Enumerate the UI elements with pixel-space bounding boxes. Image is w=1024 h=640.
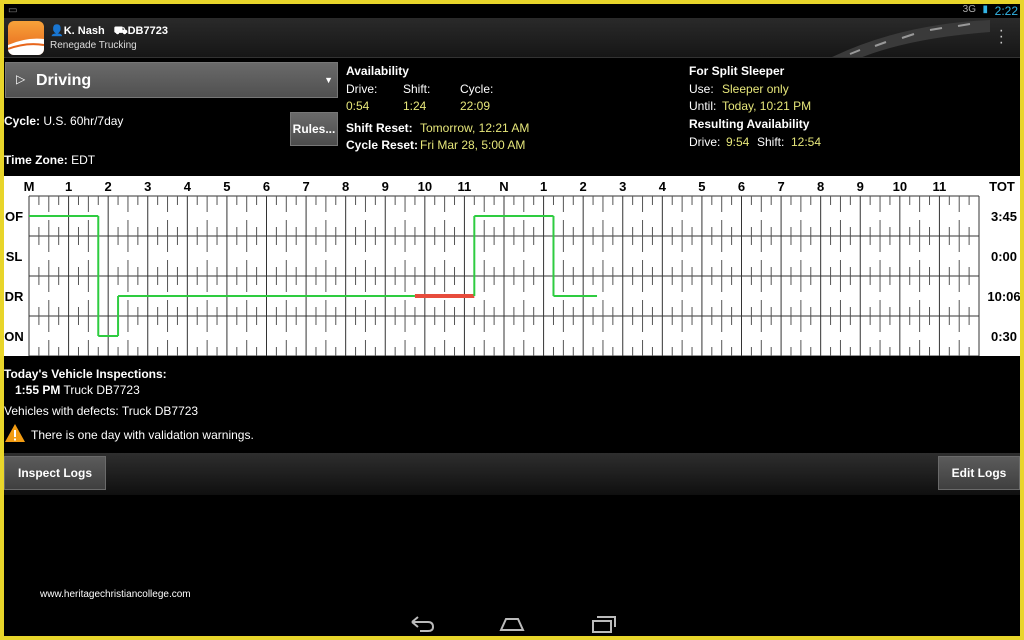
home-icon[interactable] [498, 614, 526, 634]
hour-label: 8 [817, 179, 824, 194]
hour-label: M [24, 179, 35, 194]
driver-name: K. Nash [63, 25, 105, 37]
split-sleeper-title: For Split Sleeper [689, 64, 785, 78]
cycle-info: Cycle: U.S. 60hr/7day [4, 114, 123, 128]
row-total: 10:06 [987, 289, 1020, 304]
duty-status-dropdown[interactable]: ▷ Driving ▼ [5, 62, 338, 98]
time-zone-value: EDT [71, 153, 96, 167]
inspection-entry[interactable]: 1:55 PM Truck DB7723 [15, 383, 140, 397]
edit-logs-button[interactable]: Edit Logs [938, 456, 1020, 490]
hour-label: 5 [698, 179, 705, 194]
play-icon: ▷ [16, 72, 26, 86]
recent-apps-icon[interactable] [589, 614, 617, 634]
chat-notification-icon: ▭ [8, 5, 18, 16]
hour-label: 2 [580, 179, 587, 194]
bottom-button-bar: Inspect Logs Edit Logs [4, 453, 1020, 495]
driver-vehicle-line: 👤K. Nash ⛟DB7723 [50, 24, 168, 39]
signal-label: 3G [962, 4, 976, 15]
drive-value: 0:54 [346, 99, 370, 113]
resulting-availability-title: Resulting Availability [689, 117, 810, 131]
resulting-drive-label: Drive: [689, 135, 721, 149]
system-status-bar: ▭ 3G ▮ 2:22 [4, 4, 1020, 18]
resulting-shift-label: Shift: [757, 135, 785, 149]
hour-label: 9 [382, 179, 389, 194]
truck-icon: ⛟ [113, 25, 128, 37]
hour-label: 5 [223, 179, 230, 194]
hour-label: 1 [540, 179, 547, 194]
overflow-menu-icon[interactable]: · · · [999, 23, 1004, 51]
hour-label: 6 [263, 179, 270, 194]
shift-value: 1:24 [403, 99, 427, 113]
action-bar: 👤K. Nash ⛟DB7723 Renegade Trucking · · · [4, 18, 1020, 58]
validation-warning[interactable]: There is one day with validation warning… [31, 428, 254, 442]
hour-label: 10 [418, 179, 432, 194]
rules-button[interactable]: Rules... [290, 112, 338, 146]
hour-label: 10 [893, 179, 907, 194]
until-label: Until: [689, 99, 717, 113]
row-total: 0:30 [991, 329, 1017, 344]
hour-label: 6 [738, 179, 745, 194]
inspect-logs-button[interactable]: Inspect Logs [4, 456, 106, 490]
watermark: www.heritagechristiancollege.com [40, 589, 191, 600]
row-total: 3:45 [991, 209, 1017, 224]
cycle-avail-label: Cycle: [460, 82, 494, 96]
cycle-value: U.S. 60hr/7day [43, 114, 124, 128]
dropdown-caret-icon: ▼ [324, 75, 333, 85]
hour-label: 3 [144, 179, 151, 194]
hour-label: 4 [659, 179, 667, 194]
warning-icon [5, 424, 25, 442]
time-zone-label: Time Zone: [4, 153, 68, 167]
back-icon[interactable] [408, 614, 436, 634]
use-value: Sleeper only [722, 82, 789, 96]
drive-label: Drive: [346, 82, 378, 96]
shift-label: Shift: [403, 82, 431, 96]
resulting-drive-value: 9:54 [726, 135, 750, 149]
inspection-vehicle: Truck DB7723 [63, 383, 140, 397]
row-total: 0:00 [991, 249, 1017, 264]
hour-label: 2 [105, 179, 112, 194]
availability-title: Availability [346, 64, 409, 78]
hour-label: 7 [302, 179, 309, 194]
person-icon: 👤 [50, 25, 64, 37]
inspection-time: 1:55 PM [15, 383, 61, 397]
hour-label: 3 [619, 179, 626, 194]
hour-label: 11 [933, 179, 947, 194]
use-label: Use: [689, 82, 714, 96]
cycle-label: Cycle: [4, 114, 41, 128]
company-name: Renegade Trucking [50, 40, 137, 51]
row-label: DR [5, 289, 24, 304]
hour-label: 11 [458, 179, 472, 194]
hour-label: 9 [857, 179, 864, 194]
resulting-shift-value: 12:54 [791, 135, 822, 149]
hour-label: 4 [184, 179, 192, 194]
hour-label: 1 [65, 179, 72, 194]
cycle-reset-value: Fri Mar 28, 5:00 AM [420, 138, 526, 152]
time-zone-info: Time Zone: EDT [4, 153, 95, 167]
log-grid-svg: M 1 2 3 4 5 6 7 8 9 10 11 N 1 2 3 4 5 6 7 8 9 10 11 TOT OF 3:45 SL 0… [4, 179, 1020, 356]
defects-line: Vehicles with defects: Truck DB7723 [4, 404, 199, 418]
vehicle-id: DB7723 [127, 25, 168, 37]
clock: 2:22 [994, 4, 1018, 18]
inspections-title: Today's Vehicle Inspections: [4, 367, 167, 381]
road-decoration-icon [832, 20, 990, 57]
app-logo-icon[interactable] [8, 21, 44, 55]
shift-reset-value: Tomorrow, 12:21 AM [420, 121, 530, 135]
until-value: Today, 10:21 PM [722, 99, 812, 113]
hour-label: 8 [342, 179, 349, 194]
row-label: SL [6, 249, 23, 264]
shift-reset-label: Shift Reset: [346, 121, 413, 135]
row-label: ON [4, 329, 24, 344]
duty-log-graph[interactable]: M 1 2 3 4 5 6 7 8 9 10 11 N 1 2 3 4 5 6 7 8 9 10 11 TOT OF 3:45 SL 0… [4, 176, 1020, 356]
cycle-reset-label: Cycle Reset: [346, 138, 419, 152]
battery-icon: ▮ [982, 4, 988, 15]
row-label: OF [5, 209, 23, 224]
duty-status-value: Driving [36, 72, 92, 89]
cycle-avail-value: 22:09 [460, 99, 491, 113]
total-header: TOT [989, 179, 1015, 194]
hour-label: N [499, 179, 508, 194]
hour-label: 7 [777, 179, 784, 194]
